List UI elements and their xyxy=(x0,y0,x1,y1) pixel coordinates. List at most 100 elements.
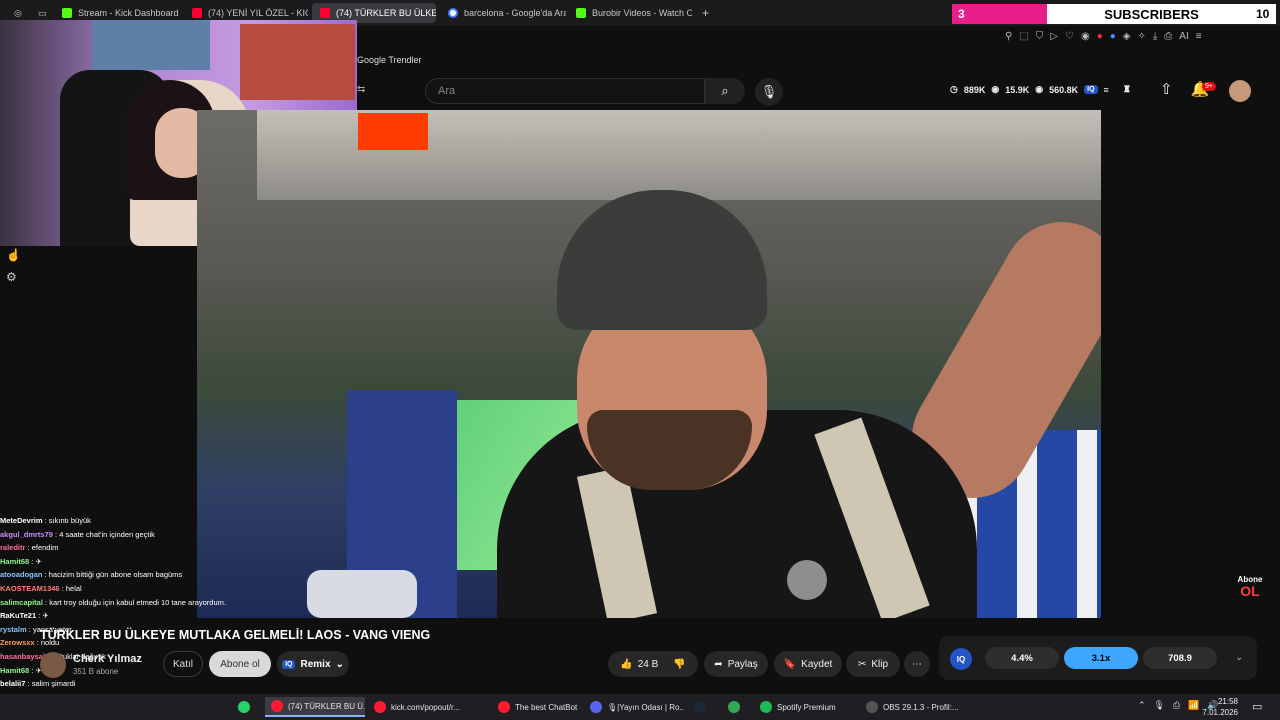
chat-username[interactable]: salimcapital xyxy=(0,598,43,607)
bookmark-google-trends[interactable]: Google Trendler xyxy=(357,55,422,65)
channel-avatar[interactable] xyxy=(40,652,66,678)
taskbar-app-label: The best ChatBot a... xyxy=(515,702,580,712)
bookmark-icon[interactable]: ◈ xyxy=(1123,31,1131,42)
chevron-down-icon[interactable]: ⌄ xyxy=(1235,652,1243,663)
opera-icon xyxy=(374,701,386,713)
search-icon: ⌕ xyxy=(721,83,729,98)
subscriber-label: SUBSCRIBERS xyxy=(1104,6,1199,22)
avatar[interactable] xyxy=(1229,80,1251,102)
taskbar-app[interactable]: kick.com/popout/r... xyxy=(368,697,486,717)
chat-message: Hamit68 : ✈ xyxy=(0,555,290,569)
join-button[interactable]: Katıl xyxy=(163,651,203,677)
heart-icon[interactable]: ♡ xyxy=(1065,31,1074,42)
taskbar-app[interactable]: (74) TÜRKLER BU Ü... xyxy=(265,697,365,717)
chat-username[interactable]: Hamit68 xyxy=(0,666,29,675)
taskbar-clock[interactable]: 21:58 7.01.2026 xyxy=(1200,696,1238,718)
channel-subscriber-count: 351 B abone xyxy=(73,667,119,676)
stream-side-icons: ☝ ⚙ xyxy=(6,248,21,284)
save-button[interactable]: 🔖 Kaydet xyxy=(774,651,842,677)
eye-icon: ◉ xyxy=(1035,84,1044,94)
channel-name[interactable]: Cherk Yılmaz xyxy=(73,653,142,665)
eye-icon: ◉ xyxy=(991,84,1000,94)
snapshot-icon[interactable]: ⎙ xyxy=(1164,31,1172,42)
taskbar-app[interactable]: OBS 29.1.3 - Profil:... xyxy=(860,697,960,717)
thumbs-up-icon: 👍 xyxy=(620,658,633,670)
record-icon[interactable]: ● xyxy=(1097,31,1103,42)
pin-icon[interactable]: ⚲ xyxy=(1005,31,1012,42)
lavalier-mic xyxy=(787,560,827,600)
chat-username[interactable]: KAOSTEAM1346 xyxy=(0,584,60,593)
taskbar-app-label: (74) TÜRKLER BU Ü... xyxy=(288,701,365,711)
iq-logo: IQ xyxy=(950,648,972,670)
menu-icon[interactable]: ⇆ xyxy=(357,84,365,95)
search-button[interactable]: ⌕ xyxy=(705,78,745,104)
voice-search-button[interactable]: 🎙 xyxy=(755,78,783,106)
taskbar-app[interactable]: 🎙|Yayın Odası | Ro... xyxy=(584,697,684,717)
taskbar-app[interactable]: The best ChatBot a... xyxy=(492,697,580,717)
subscriber-goal-bar: 3 SUBSCRIBERS 10 xyxy=(952,4,1276,24)
menu-icon[interactable]: ≡ xyxy=(1196,31,1202,42)
taskbar-app[interactable] xyxy=(688,697,714,717)
translate-icon[interactable]: ● xyxy=(1110,31,1116,42)
taskbar-app[interactable] xyxy=(232,697,254,717)
wifi-icon[interactable]: 📶 xyxy=(1188,700,1199,711)
thumbs-down-icon[interactable]: 👎 xyxy=(673,659,685,670)
chat-username[interactable]: belalii7 xyxy=(0,679,25,688)
clip-button[interactable]: ✂ Klip xyxy=(846,651,900,677)
search-input[interactable]: Ara xyxy=(425,78,705,104)
chat-username[interactable]: Hamit68 xyxy=(0,557,29,566)
chat-message: akgul_dmrts79 : 4 saate chat'in içinden … xyxy=(0,528,290,542)
video-player[interactable] xyxy=(197,110,1101,618)
iq-badge[interactable]: IQ xyxy=(1084,85,1098,94)
clock-date: 7.01.2026 xyxy=(1202,708,1238,717)
like-button[interactable]: 👍 24 B 👎 xyxy=(608,651,698,677)
chat-text: kart troy olduğu için kabul etmedi 10 ta… xyxy=(49,597,226,607)
capture-icon[interactable]: ⬚ xyxy=(1019,31,1028,42)
chat-username[interactable]: MeteDevrim xyxy=(0,516,43,525)
notification-center-icon[interactable]: ▭ xyxy=(1252,700,1262,713)
obs-icon xyxy=(866,701,878,713)
chat-username[interactable]: RaKuTe21 xyxy=(0,611,36,620)
subscribe-button[interactable]: Abone ol xyxy=(209,651,271,677)
trophy-icon[interactable]: ♜ xyxy=(1123,84,1131,95)
chat-message: salimcapital : kart troy olduğu için kab… xyxy=(0,596,290,610)
extension-icon[interactable]: ◉ xyxy=(1081,31,1090,42)
download-icon[interactable]: ⤓ xyxy=(1153,31,1157,42)
taskbar-app-label: kick.com/popout/r... xyxy=(391,702,460,712)
kick-icon xyxy=(62,8,72,18)
stat-views-a: 889K xyxy=(963,84,986,95)
hand-icon[interactable]: ☝ xyxy=(6,248,21,262)
chat-overlay: MeteDevrim : sıkıntı büyük akgul_dmrts79 … xyxy=(0,514,290,718)
taskbar-app[interactable] xyxy=(722,697,748,717)
stat-views-b: 15.9K xyxy=(1005,84,1030,95)
new-tab-button[interactable]: + xyxy=(694,3,712,23)
printer-icon[interactable]: ⎙ xyxy=(1173,700,1180,711)
more-actions-button[interactable]: ⋯ xyxy=(904,651,930,677)
chat-username[interactable]: akgul_dmrts79 xyxy=(0,530,53,539)
chat-message: raleditr : efendim xyxy=(0,541,290,555)
discord-icon xyxy=(590,701,602,713)
share-button[interactable]: ➦ Paylaş xyxy=(704,651,768,677)
shield-icon[interactable]: ⛉ xyxy=(1036,31,1044,42)
gear-icon[interactable]: ⚙ xyxy=(6,270,21,284)
chat-username[interactable]: raleditr xyxy=(0,543,25,552)
remix-button[interactable]: IQ Remix ⌄ xyxy=(277,651,349,677)
chat-username[interactable]: rystalm xyxy=(0,625,27,634)
bus-pillow xyxy=(307,570,417,618)
tab-burobir-videos[interactable]: Burobir Videos - Watch On xyxy=(568,3,692,23)
chat-username[interactable]: hasanbaysal xyxy=(0,652,45,661)
play-icon[interactable]: ▷ xyxy=(1050,31,1058,42)
tab-google-barcelona[interactable]: barcelona - Google'da Ara xyxy=(440,3,566,23)
taskbar-app-label: 🎙|Yayın Odası | Ro... xyxy=(607,702,684,712)
chat-username[interactable]: atooadogan xyxy=(0,570,43,579)
chevron-up-icon[interactable]: ⌃ xyxy=(1138,700,1146,711)
puzzle-icon[interactable]: ✧ xyxy=(1137,31,1145,42)
chat-message: belalii7 : salim şimardi xyxy=(0,677,290,691)
ai-icon[interactable]: AI xyxy=(1179,31,1188,42)
taskbar-app[interactable]: Spotify Premium xyxy=(754,697,854,717)
stat-views-c: 560.8K xyxy=(1049,84,1079,95)
list-icon[interactable]: ≡ xyxy=(1104,85,1109,95)
chat-username[interactable]: Zerowsxx xyxy=(0,638,35,647)
microphone-icon[interactable]: 🎙 xyxy=(1154,700,1165,711)
upload-icon[interactable]: ⇧ xyxy=(1160,80,1173,98)
